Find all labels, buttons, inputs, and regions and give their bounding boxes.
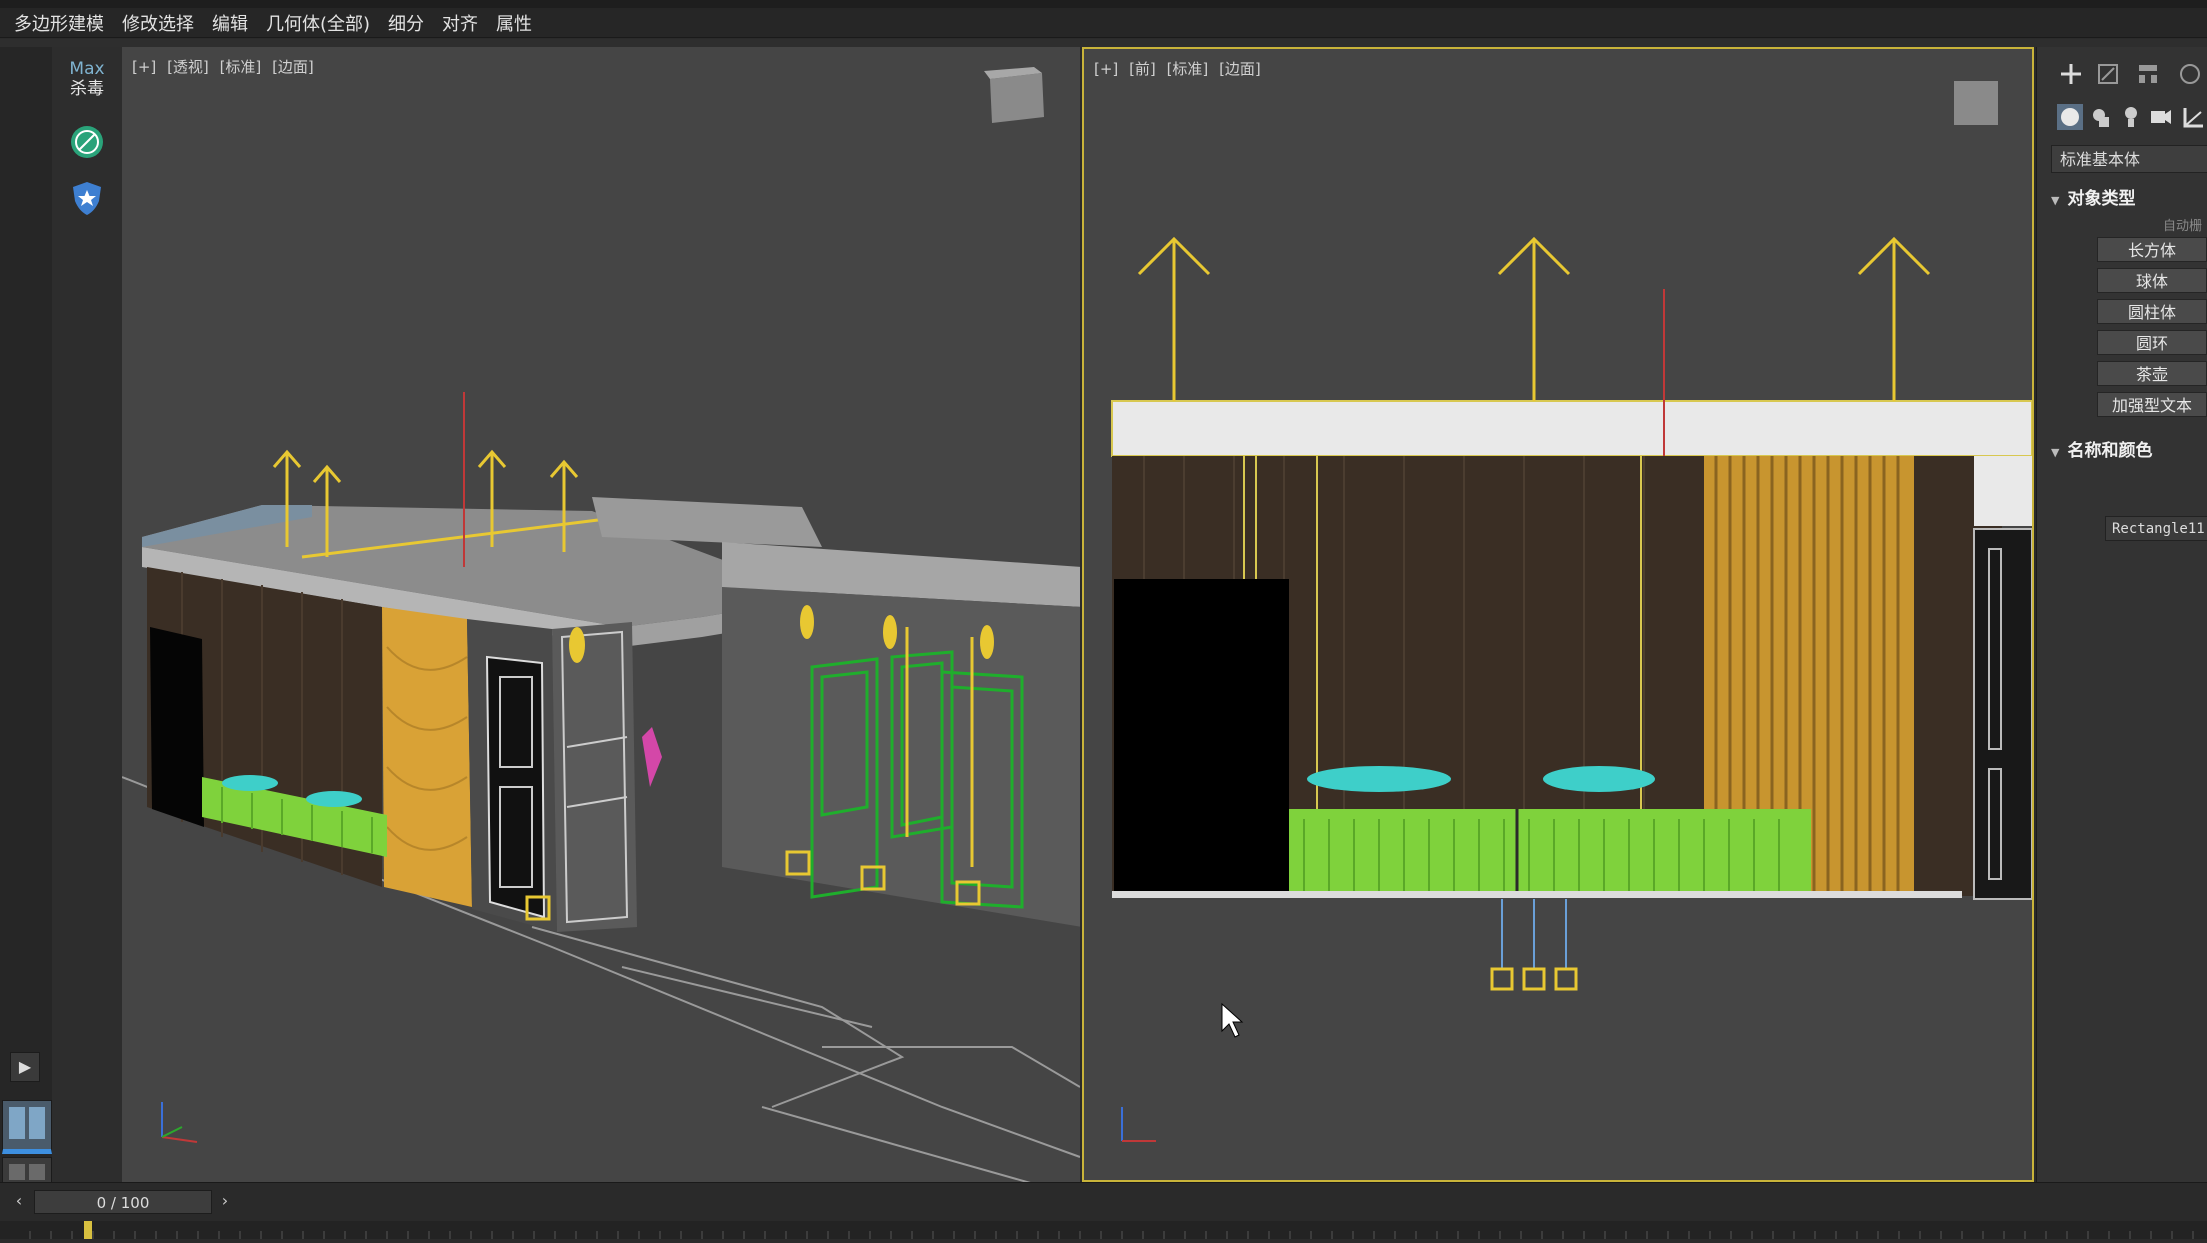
ceiling-slab xyxy=(1111,400,2032,457)
lights-icon[interactable] xyxy=(2125,107,2137,127)
ribbon-menubar: 多边形建模 修改选择 编辑 几何体(全部) 细分 对齐 属性 xyxy=(0,8,2207,38)
side-door-frame xyxy=(1973,528,2032,900)
mouse-cursor-icon xyxy=(1221,1002,1244,1038)
menu-properties[interactable]: 属性 xyxy=(496,10,532,36)
gold-slat-wall xyxy=(382,607,472,907)
menu-modify-selection[interactable]: 修改选择 xyxy=(122,10,194,36)
menu-polygon-modeling[interactable]: 多边形建模 xyxy=(14,10,104,36)
light-target-arrows-front xyxy=(1137,236,1931,401)
hierarchy-icon[interactable] xyxy=(2139,65,2157,83)
axis-tripod-icon xyxy=(161,1102,198,1143)
black-door-panel xyxy=(150,627,204,827)
title-strip xyxy=(0,0,2207,8)
modify-icon[interactable] xyxy=(2098,64,2118,84)
torus-button[interactable]: 圆环 xyxy=(2097,330,2207,355)
menu-align[interactable]: 对齐 xyxy=(442,10,478,36)
cushion-left xyxy=(222,775,278,791)
object-category-row xyxy=(2057,104,2203,130)
time-slider[interactable]: 0 / 100 xyxy=(34,1190,212,1214)
plugin-toolbar: Max 杀毒 xyxy=(52,47,123,1182)
prev-frame-icon[interactable]: ‹ xyxy=(8,1190,30,1212)
cushion-front-left xyxy=(1307,766,1451,792)
perspective-scene xyxy=(122,67,1080,1182)
cushion-right xyxy=(306,791,362,807)
helpers-icon[interactable] xyxy=(2183,108,2203,128)
pink-decor xyxy=(642,727,662,787)
ribbon-gap xyxy=(0,39,2207,47)
front-viewport[interactable]: [+] [前] [标准] [边面] xyxy=(1082,47,2034,1182)
menu-subdivision[interactable]: 细分 xyxy=(388,10,424,36)
geometry-sphere-icon[interactable] xyxy=(2057,104,2083,130)
object-type-rollout[interactable]: ▼ 对象类型 xyxy=(2051,184,2135,209)
timeline-bar: ‹ 0 / 100 › xyxy=(0,1182,2207,1239)
command-panel-tabs xyxy=(2061,64,2200,84)
primitive-type-dropdown[interactable]: 标准基本体 xyxy=(2051,145,2207,173)
menu-geometry-all[interactable]: 几何体(全部) xyxy=(266,10,370,36)
planter-greenery-front xyxy=(1289,809,1811,894)
axis-tripod-front-icon xyxy=(1121,1107,1156,1142)
timeline-ticks xyxy=(29,1221,2194,1239)
cushion-front-right xyxy=(1543,766,1655,792)
max-antivirus-badge[interactable]: Max 杀毒 xyxy=(64,59,110,99)
front-elevation-scene xyxy=(1111,81,2032,1142)
name-color-rollout[interactable]: ▼ 名称和颜色 xyxy=(2051,436,2152,461)
next-frame-icon[interactable]: › xyxy=(214,1190,236,1212)
viewcube-icon[interactable] xyxy=(984,67,1044,123)
current-frame-marker[interactable] xyxy=(84,1221,92,1239)
perspective-viewport[interactable]: [+] [透视] [标准] [边面] xyxy=(122,47,1080,1182)
shapes-icon[interactable] xyxy=(2093,109,2109,127)
expand-panel-button[interactable]: ▶ xyxy=(10,1052,40,1082)
teapot-button[interactable]: 茶壶 xyxy=(2097,361,2207,386)
autogrid-checkbox-label[interactable]: 自动栅 xyxy=(2163,215,2202,234)
rollout-collapse-icon: ▼ xyxy=(2051,446,2060,459)
viewport-layout-two-icon[interactable] xyxy=(2,1100,52,1154)
sphere-button[interactable]: 球体 xyxy=(2097,268,2207,293)
left-dock: ▶ xyxy=(0,47,52,1207)
box-button[interactable]: 长方体 xyxy=(2097,237,2207,262)
object-name-field[interactable]: Rectangle11 xyxy=(2105,516,2207,541)
rollout-collapse-icon: ▼ xyxy=(2051,194,2060,207)
create-plus-icon[interactable] xyxy=(2061,64,2081,84)
cameras-icon[interactable] xyxy=(2151,110,2171,124)
shield-icon[interactable] xyxy=(68,179,106,217)
motion-icon[interactable] xyxy=(2180,64,2200,84)
command-panel: 标准基本体 ▼ 对象类型 自动栅 长方体 球体 圆柱体 圆环 茶壶 加强型文本 ▼… xyxy=(2036,47,2207,1182)
viewcube-front-icon[interactable] xyxy=(1954,81,1998,125)
light-helper-boxes-front xyxy=(1490,967,1578,991)
timeline-track[interactable] xyxy=(0,1221,2207,1239)
menu-edit[interactable]: 编辑 xyxy=(212,10,248,36)
black-door-front xyxy=(1114,579,1289,897)
antivirus-scan-icon[interactable] xyxy=(68,123,106,161)
cylinder-button[interactable]: 圆柱体 xyxy=(2097,299,2207,324)
text-plus-button[interactable]: 加强型文本 xyxy=(2097,392,2207,417)
